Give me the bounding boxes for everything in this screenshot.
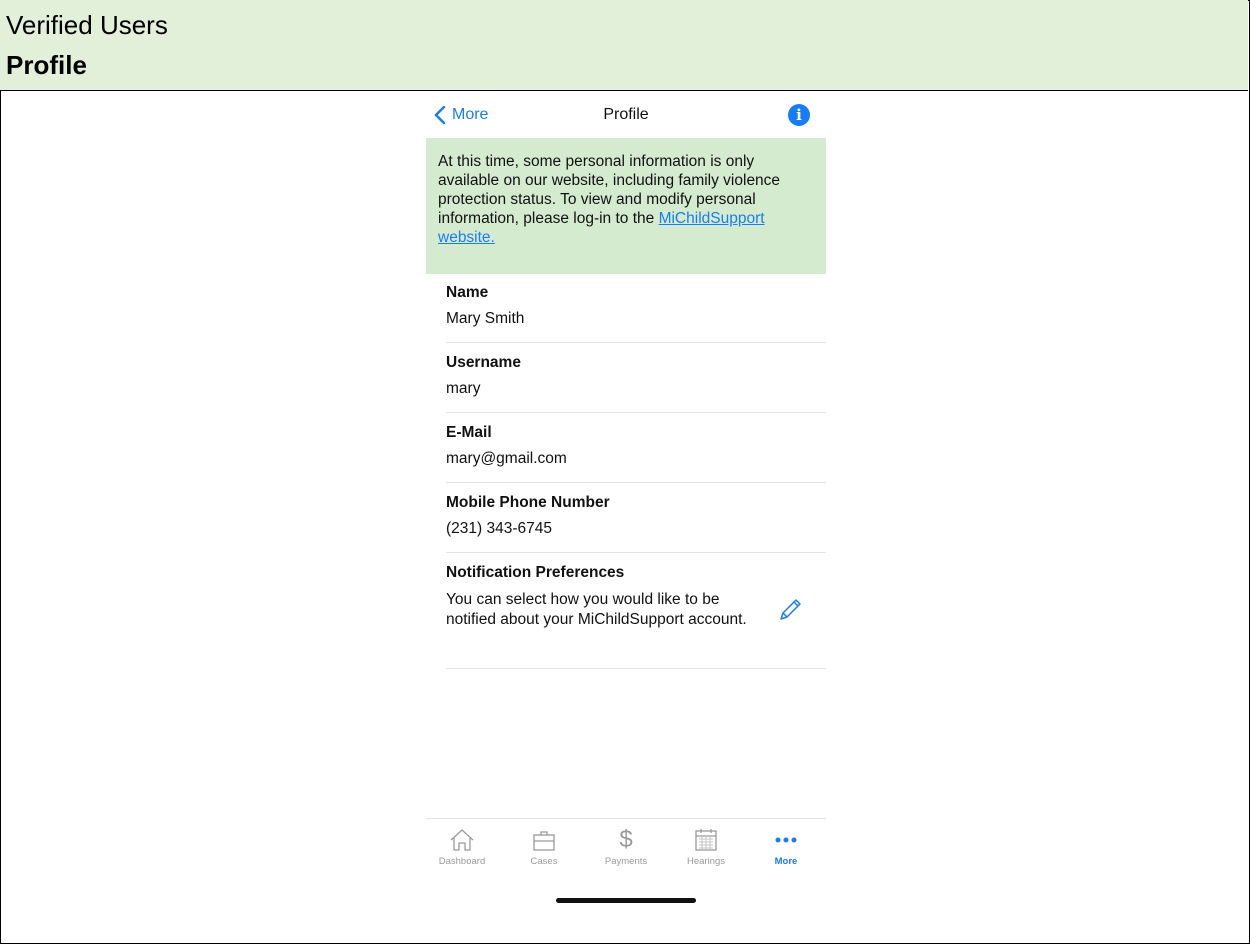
info-notice: At this time, some personal information … xyxy=(426,138,826,274)
tab-label: Cases xyxy=(530,856,558,867)
info-icon[interactable]: i xyxy=(788,104,810,126)
field-value: (231) 343-6745 xyxy=(446,520,552,537)
field-label: Mobile Phone Number xyxy=(446,494,610,511)
tab-label: More xyxy=(774,856,798,867)
doc-title: Profile xyxy=(6,50,87,80)
briefcase-icon xyxy=(533,831,555,851)
notice-text: At this time, some personal information … xyxy=(438,152,818,247)
home-icon xyxy=(450,829,474,851)
field-label: E-Mail xyxy=(446,424,492,441)
field-value: mary@gmail.com xyxy=(446,450,567,467)
field-notification-preferences: Notification Preferences You can select … xyxy=(446,554,826,669)
tab-cases[interactable]: Cases xyxy=(514,827,574,867)
tab-label: Payments xyxy=(604,856,648,867)
field-label: Notification Preferences xyxy=(446,564,625,581)
field-username: Username mary xyxy=(446,344,826,413)
tab-more[interactable]: More xyxy=(756,827,816,867)
page-title: Profile xyxy=(603,106,649,123)
field-value: mary xyxy=(446,380,481,397)
doc-subtitle: Verified Users xyxy=(6,10,168,40)
document-header: Verified Users Profile xyxy=(0,0,1248,91)
field-value: Mary Smith xyxy=(446,310,525,327)
tab-label: Dashboard xyxy=(438,856,486,867)
tab-label: Hearings xyxy=(686,856,726,867)
navigation-bar: More Profile i xyxy=(426,92,826,138)
tab-payments[interactable]: $ Payments xyxy=(596,826,656,867)
field-label: Username xyxy=(446,354,521,371)
field-label: Name xyxy=(446,284,489,301)
field-name: Name Mary Smith xyxy=(446,274,826,343)
calendar-icon xyxy=(695,829,717,851)
dollar-icon: $ xyxy=(619,826,633,853)
notification-preferences-text: You can select how you would like to be … xyxy=(446,591,747,628)
tab-bar: Dashboard Cases $ Payments Hearings More xyxy=(426,818,826,875)
tab-dashboard[interactable]: Dashboard xyxy=(432,827,492,867)
field-mobile-phone: Mobile Phone Number (231) 343-6745 xyxy=(446,484,826,553)
pencil-icon[interactable] xyxy=(776,596,804,624)
tab-hearings[interactable]: Hearings xyxy=(676,827,736,867)
home-indicator xyxy=(556,898,696,903)
phone-screen: More Profile i At this time, some person… xyxy=(426,92,826,912)
more-icon xyxy=(775,837,797,843)
field-email: E-Mail mary@gmail.com xyxy=(446,414,826,483)
